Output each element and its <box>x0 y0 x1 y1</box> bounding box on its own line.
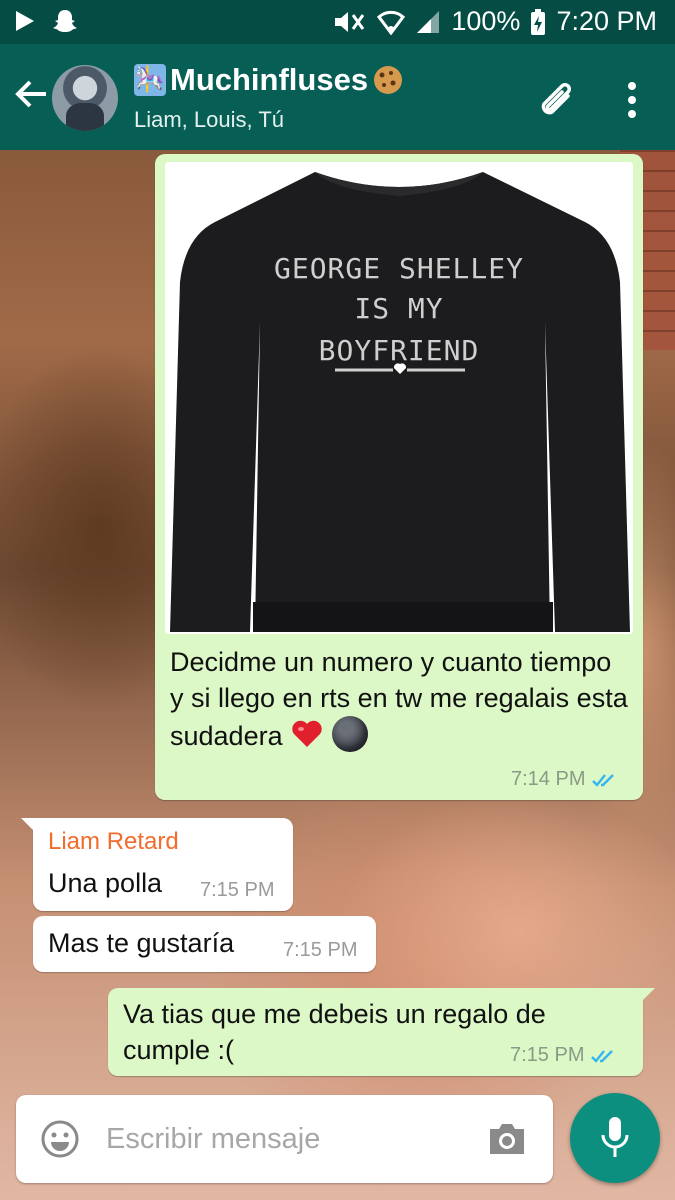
group-avatar[interactable] <box>52 65 118 131</box>
read-ticks-icon <box>591 1049 614 1063</box>
read-ticks-icon <box>592 773 615 787</box>
message-time: 7:14 PM <box>511 768 586 790</box>
group-title[interactable]: 🎠 Muchinfluses <box>134 62 404 98</box>
back-arrow-icon[interactable] <box>12 74 52 114</box>
sender-name[interactable]: Liam Retard <box>48 828 179 856</box>
cookie-emoji-icon <box>374 66 403 94</box>
sweater-print-line-2: IS MY <box>354 292 444 325</box>
sweater-print-line-3: BOYFRIEND <box>318 334 480 367</box>
clock: 7:20 PM <box>556 6 657 36</box>
wifi-icon <box>377 10 406 35</box>
caption-text: Decidme un numero y cuanto tiempo y si l… <box>170 647 628 751</box>
incoming-message-2[interactable]: Mas te gustaría 7:15 PM <box>33 916 376 972</box>
battery-percent: 100% <box>451 6 521 36</box>
sweater-graphic <box>165 162 633 634</box>
sweater-image[interactable]: GEORGE SHELLEY IS MY BOYFRIEND <box>165 162 633 634</box>
battery-charging-icon <box>531 8 546 35</box>
camera-icon[interactable] <box>486 1121 528 1157</box>
chat-header: 🎠 Muchinfluses Liam, Louis, Tú <box>0 44 675 150</box>
play-icon <box>16 11 34 31</box>
message-time: 7:15 PM <box>510 1044 585 1066</box>
image-caption: Decidme un numero y cuanto tiempo y si l… <box>170 644 630 754</box>
message-time: 7:15 PM <box>283 939 358 961</box>
image-message-meta: 7:14 PM <box>511 768 619 791</box>
carousel-emoji-icon: 🎠 <box>134 64 166 96</box>
mute-icon <box>335 11 365 32</box>
status-bar: 100% 7:20 PM <box>0 0 675 44</box>
message-input[interactable]: Escribir mensaje <box>106 1123 320 1156</box>
snapchat-icon <box>53 10 77 32</box>
microphone-icon <box>601 1117 629 1157</box>
image-message[interactable]: GEORGE SHELLEY IS MY BOYFRIEND Decidme u… <box>155 154 643 800</box>
participants-list[interactable]: Liam, Louis, Tú <box>134 107 284 133</box>
new-moon-face-emoji-icon <box>331 716 368 752</box>
message-time: 7:15 PM <box>200 879 275 901</box>
signal-icon <box>417 10 440 33</box>
sweater-print-line-1: GEORGE SHELLEY <box>273 252 524 285</box>
incoming-message-1[interactable]: Liam Retard Una polla 7:15 PM <box>21 818 293 911</box>
emoji-icon[interactable] <box>40 1119 80 1159</box>
attach-icon[interactable] <box>532 78 576 122</box>
voice-record-button[interactable] <box>570 1093 660 1183</box>
message-text: Mas te gustaría <box>48 928 235 958</box>
outgoing-message-1[interactable]: Va tias que me debeis un regalo de cumpl… <box>108 988 655 1076</box>
more-options-icon[interactable] <box>622 80 642 120</box>
message-text: Una polla <box>48 868 163 898</box>
outgoing-message-meta: 7:15 PM <box>510 1044 618 1067</box>
heart-emoji-icon <box>292 720 322 747</box>
group-name: Muchinfluses <box>170 62 369 97</box>
message-input-bar: Escribir mensaje <box>16 1095 553 1183</box>
